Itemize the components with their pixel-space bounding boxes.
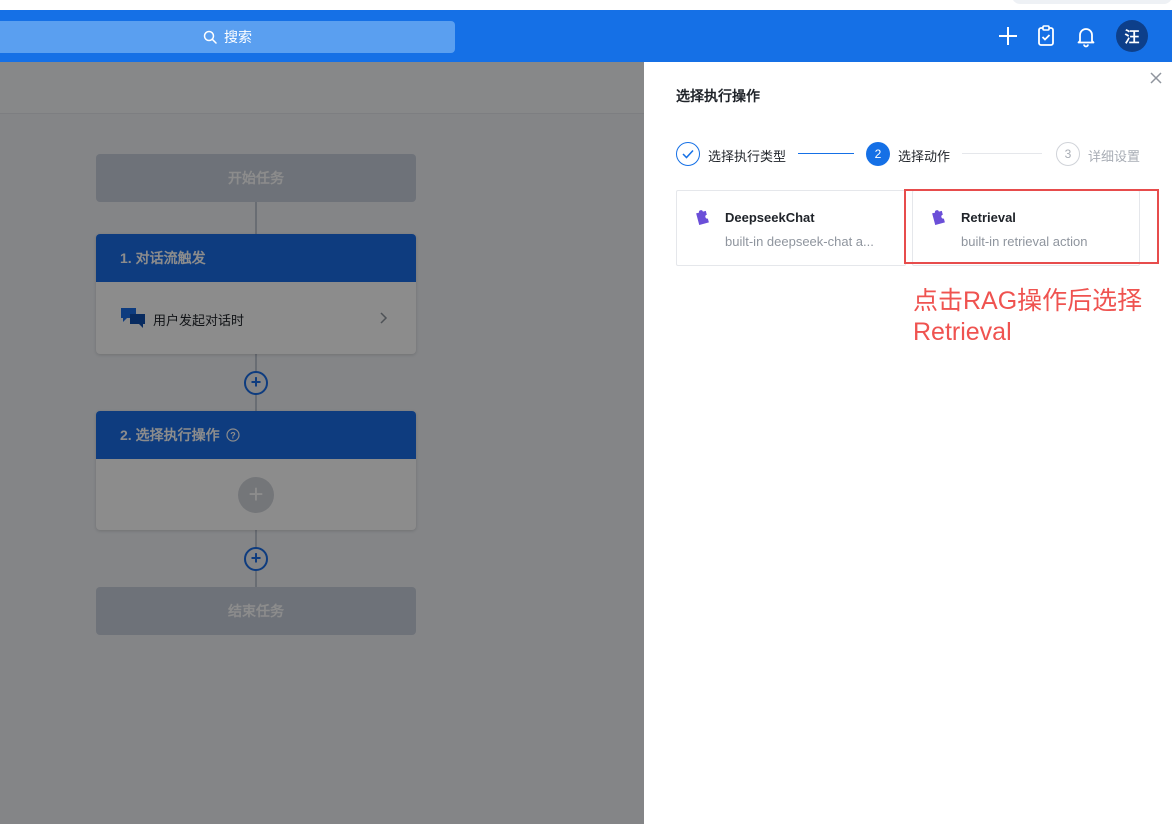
user-avatar[interactable]: 汪: [1116, 20, 1148, 52]
annotation-highlight-box: [904, 189, 1159, 264]
annotation-line-1: 点击RAG操作后选择: [913, 287, 1143, 315]
action-option-deepseekchat[interactable]: DeepseekChat built-in deepseek-chat a...: [676, 190, 906, 266]
step-1-check-icon: [676, 142, 700, 166]
select-action-drawer: 选择执行操作 选择执行类型 2 选择动作 3 详细设置 DeepseekChat…: [644, 62, 1172, 824]
browser-top-strip: [0, 0, 1172, 10]
step-connector: [798, 153, 854, 154]
step-connector: [962, 153, 1042, 154]
annotation-text: 点击RAG操作后选择 Retrieval: [913, 286, 1142, 348]
step-1-label: 选择执行类型: [708, 149, 787, 164]
step-3-number: 3: [1056, 142, 1080, 166]
step-2-number: 2: [866, 142, 890, 166]
steps-bar: 选择执行类型 2 选择动作 3 详细设置: [676, 142, 1146, 166]
step-3-label: 详细设置: [1088, 149, 1141, 164]
search-bar[interactable]: 搜索: [0, 21, 455, 53]
search-icon: [203, 30, 217, 44]
step-2-label: 选择动作: [898, 149, 951, 164]
plugin-icon: [696, 210, 709, 225]
search-label: 搜索: [224, 29, 252, 45]
app-header: 搜索 汪: [0, 10, 1172, 62]
top-pill: [1012, 0, 1172, 4]
annotation-line-2: Retrieval: [913, 318, 1012, 346]
drawer-title: 选择执行操作: [676, 88, 760, 104]
clipboard-check-icon[interactable]: [1034, 24, 1058, 48]
bell-icon[interactable]: [1074, 24, 1098, 48]
plus-icon[interactable]: [996, 24, 1020, 48]
close-icon[interactable]: [1148, 70, 1164, 86]
modal-overlay[interactable]: [0, 62, 644, 824]
action-name: DeepseekChat: [725, 210, 815, 225]
action-description: built-in deepseek-chat a...: [725, 234, 874, 249]
